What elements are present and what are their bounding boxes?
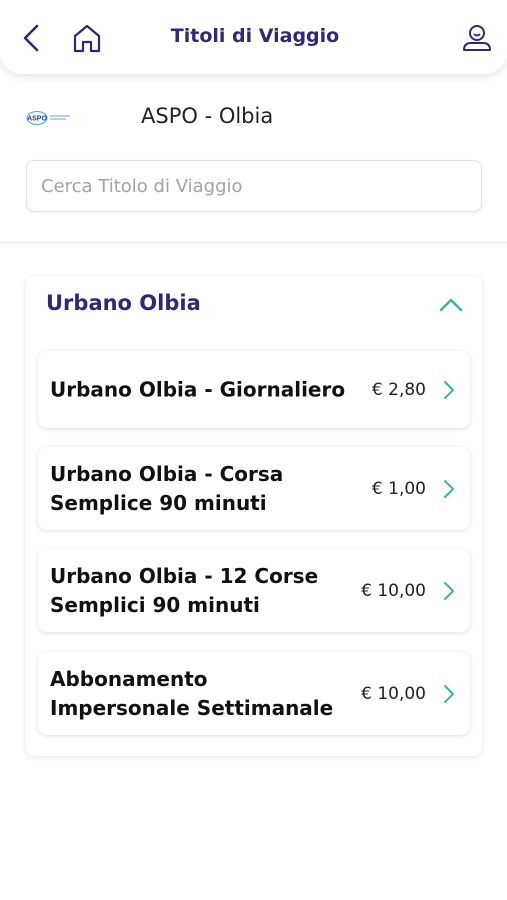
user-icon <box>463 25 491 51</box>
agency-logo: ASPO <box>26 111 70 125</box>
search-box[interactable] <box>26 160 482 212</box>
agency-panel <box>0 74 507 243</box>
chevron-right-icon <box>444 581 454 600</box>
chevron-right-icon <box>444 479 454 498</box>
category-title[interactable]: Urbano Olbia <box>46 291 201 315</box>
ticket-price: € 10,00 <box>361 580 426 601</box>
collapse-button[interactable] <box>436 292 466 316</box>
chevron-up-icon <box>439 298 463 312</box>
home-icon <box>73 24 101 53</box>
ticket-name: Abbonamento Impersonale Settimanale <box>50 666 334 720</box>
ticket-price: € 1,00 <box>371 478 426 499</box>
ticket-item-12-corse[interactable]: Urbano Olbia - 12 Corse Semplici 90 minu… <box>38 549 470 632</box>
home-button[interactable] <box>70 20 104 56</box>
ticket-item-giornaliero[interactable]: Urbano Olbia - Giornaliero € 2,80 <box>38 351 470 428</box>
chevron-left-icon <box>23 24 39 52</box>
profile-button[interactable] <box>460 20 494 56</box>
chevron-right-icon <box>444 684 454 703</box>
page-title: Titoli di Viaggio <box>170 25 340 47</box>
ticket-name: Urbano Olbia - 12 Corse Semplici 90 minu… <box>50 563 319 617</box>
app-header: Titoli di Viaggio <box>0 0 507 74</box>
search-input[interactable] <box>27 161 481 211</box>
agency-logo-text: ASPO <box>27 116 47 123</box>
ticket-price: € 2,80 <box>371 379 426 400</box>
ticket-item-abbonamento[interactable]: Abbonamento Impersonale Settimanale € 10… <box>38 652 470 735</box>
ticket-name: Urbano Olbia - Corsa Semplice 90 minuti <box>50 461 284 515</box>
chevron-right-icon <box>444 380 454 399</box>
ticket-name: Urbano Olbia - Giornaliero <box>50 377 346 401</box>
ticket-item-corsa-semplice[interactable]: Urbano Olbia - Corsa Semplice 90 minuti … <box>38 447 470 530</box>
agency-name: ASPO - Olbia <box>141 104 274 128</box>
ticket-category-card: Urbano Olbia Urbano Olbia - Giornaliero … <box>26 276 482 756</box>
ticket-price: € 10,00 <box>361 683 426 704</box>
back-button[interactable] <box>14 20 48 56</box>
